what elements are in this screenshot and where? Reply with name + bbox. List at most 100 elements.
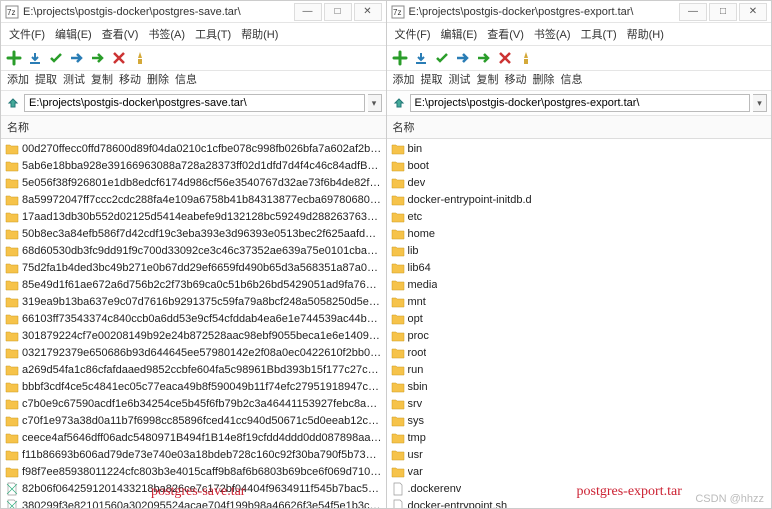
list-item[interactable]: tmp (387, 429, 772, 446)
info-button[interactable] (517, 49, 535, 67)
menu-item[interactable]: 编辑(E) (51, 25, 96, 43)
list-item[interactable]: home (387, 225, 772, 242)
folder-icon (5, 210, 19, 224)
list-item[interactable]: f11b86693b606ad79de73e740e03a18bdeb728c1… (1, 446, 386, 463)
up-icon[interactable] (5, 95, 21, 111)
list-item[interactable]: lib (387, 242, 772, 259)
list-item[interactable]: sbin (387, 378, 772, 395)
add-button[interactable] (5, 49, 23, 67)
list-item[interactable]: 8a59972047ff7ccc2cdc288fa4e109a6758b41b8… (1, 191, 386, 208)
extract-button[interactable] (26, 49, 44, 67)
menu-item[interactable]: 查看(V) (98, 25, 143, 43)
list-item[interactable]: 17aad13db30b552d02125d5414eabefe9d132128… (1, 208, 386, 225)
folder-icon (5, 244, 19, 258)
menu-item[interactable]: 书签(A) (144, 25, 189, 43)
test-button[interactable] (433, 49, 451, 67)
delete-button[interactable] (110, 49, 128, 67)
maximize-button[interactable]: □ (324, 3, 352, 21)
menu-item[interactable]: 文件(F) (391, 25, 435, 43)
list-item[interactable]: docker-entrypoint.sh (387, 497, 772, 508)
up-icon[interactable] (391, 95, 407, 111)
file-list[interactable]: 00d270ffecc0ffd78600d89f04da0210c1cfbe07… (1, 139, 386, 508)
menu-item[interactable]: 编辑(E) (437, 25, 482, 43)
move-button[interactable] (475, 49, 493, 67)
item-name: mnt (408, 296, 426, 308)
menu-item[interactable]: 文件(F) (5, 25, 49, 43)
list-item[interactable]: etc (387, 208, 772, 225)
path-input[interactable] (410, 94, 751, 112)
list-item[interactable]: 00d270ffecc0ffd78600d89f04da0210c1cfbe07… (1, 140, 386, 157)
list-item[interactable]: a269d54fa1c86cfafdaaed9852ccbfe604fa5c98… (1, 361, 386, 378)
window-title: E:\projects\postgis-docker\postgres-expo… (409, 6, 680, 18)
list-item[interactable]: srv (387, 395, 772, 412)
menu-item[interactable]: 帮助(H) (623, 25, 668, 43)
list-item[interactable]: .dockerenv (387, 480, 772, 497)
item-name: 17aad13db30b552d02125d5414eabefe9d132128… (22, 211, 382, 223)
list-item[interactable]: 50b8ec3a84efb586f7d42cdf19c3eba393e3d963… (1, 225, 386, 242)
list-item[interactable]: 68d60530db3fc9dd91f9c700d33092ce3c46c373… (1, 242, 386, 259)
menu-item[interactable]: 查看(V) (483, 25, 528, 43)
list-item[interactable]: docker-entrypoint-initdb.d (387, 191, 772, 208)
list-item[interactable]: lib64 (387, 259, 772, 276)
copy-button[interactable] (454, 49, 472, 67)
item-name: 319ea9b13ba637e9c07d7616b9291375c59fa79a… (22, 296, 382, 308)
list-item[interactable]: 75d2fa1b4ded3bc49b271e0b67dd29ef6659fd49… (1, 259, 386, 276)
list-item[interactable]: ceece4af5646dff06adc5480971B494f1B14e8f1… (1, 429, 386, 446)
list-item[interactable]: usr (387, 446, 772, 463)
delete-button[interactable] (496, 49, 514, 67)
list-item[interactable]: 380299f3e82101560a302095524acae704f199b9… (1, 497, 386, 508)
item-name: run (408, 364, 424, 376)
list-item[interactable]: 66103ff73543374c840ccb0a6dd53e9cf54cfdda… (1, 310, 386, 327)
list-item[interactable]: media (387, 276, 772, 293)
list-item[interactable]: run (387, 361, 772, 378)
menu-item[interactable]: 工具(T) (191, 25, 235, 43)
info-button[interactable] (131, 49, 149, 67)
item-name: docker-entrypoint.sh (408, 500, 508, 509)
menu-item[interactable]: 书签(A) (530, 25, 575, 43)
close-button[interactable]: ✕ (354, 3, 382, 21)
item-name: tmp (408, 432, 426, 444)
minimize-button[interactable]: — (294, 3, 322, 21)
list-item[interactable]: var (387, 463, 772, 480)
list-item[interactable]: opt (387, 310, 772, 327)
list-item[interactable]: 5ab6e18bba928e39166963088a728a28373ff02d… (1, 157, 386, 174)
list-item[interactable]: sys (387, 412, 772, 429)
list-item[interactable]: 5e056f38f926801e1db8edcf6174d986cf56e354… (1, 174, 386, 191)
list-item[interactable]: c7b0e9c67590acdf1e6b34254ce5b45f6fb79b2c… (1, 395, 386, 412)
list-item[interactable]: mnt (387, 293, 772, 310)
item-name: 301879224cf7e00208149b92e24b872528aac98e… (22, 330, 382, 342)
list-item[interactable]: f98f7ee85938011224cfc803b3e4015caff9b8af… (1, 463, 386, 480)
list-item[interactable]: 301879224cf7e00208149b92e24b872528aac98e… (1, 327, 386, 344)
list-item[interactable]: c70f1e973a38d0a11b7f6998cc85896fced41cc9… (1, 412, 386, 429)
maximize-button[interactable]: □ (709, 3, 737, 21)
path-dropdown[interactable]: ▾ (753, 94, 767, 112)
list-item[interactable]: proc (387, 327, 772, 344)
list-item[interactable]: root (387, 344, 772, 361)
extract-button[interactable] (412, 49, 430, 67)
column-header-name[interactable]: 名称 (387, 116, 772, 139)
path-input[interactable] (24, 94, 365, 112)
menu-item[interactable]: 帮助(H) (237, 25, 282, 43)
list-item[interactable]: 85e49d1f61ae672a6d756b2c2f73b69ca0c51b6b… (1, 276, 386, 293)
json-file-icon (5, 482, 19, 496)
column-header-name[interactable]: 名称 (1, 116, 386, 139)
folder-icon (391, 210, 405, 224)
menu-item[interactable]: 工具(T) (577, 25, 621, 43)
list-item[interactable]: bin (387, 140, 772, 157)
list-item[interactable]: 0321792379e650686b93d644645ee57980142e2f… (1, 344, 386, 361)
minimize-button[interactable]: — (679, 3, 707, 21)
test-button[interactable] (47, 49, 65, 67)
copy-button[interactable] (68, 49, 86, 67)
file-list[interactable]: binbootdevdocker-entrypoint-initdb.detch… (387, 139, 772, 508)
path-dropdown[interactable]: ▾ (368, 94, 382, 112)
add-button[interactable] (391, 49, 409, 67)
move-button[interactable] (89, 49, 107, 67)
close-button[interactable]: ✕ (739, 3, 767, 21)
list-item[interactable]: boot (387, 157, 772, 174)
list-item[interactable]: bbbf3cdf4ce5c4841ec05c77eaca49b8f590049b… (1, 378, 386, 395)
list-item[interactable]: 82b06f0642591201433218ba826ce7c172bf0440… (1, 480, 386, 497)
item-name: 00d270ffecc0ffd78600d89f04da0210c1cfbe07… (22, 143, 382, 155)
list-item[interactable]: 319ea9b13ba637e9c07d7616b9291375c59fa79a… (1, 293, 386, 310)
list-item[interactable]: dev (387, 174, 772, 191)
json-file-icon (5, 499, 19, 509)
